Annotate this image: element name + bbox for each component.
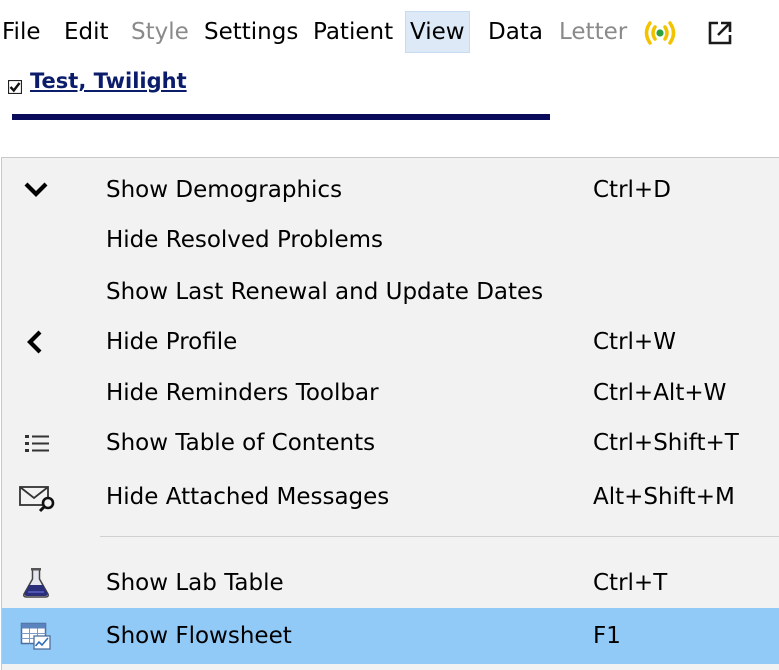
menu-settings[interactable]: Settings <box>204 12 298 52</box>
menu-style[interactable]: Style <box>131 12 189 52</box>
menu-item-shortcut: Ctrl+W <box>593 329 676 355</box>
menu-separator <box>100 536 779 537</box>
menu-item-label: Hide Reminders Toolbar <box>106 380 379 406</box>
menu-item-shortcut: Alt+Shift+M <box>593 484 735 510</box>
menu-view[interactable]: View <box>405 11 470 53</box>
broadcast-signal-icon[interactable] <box>640 20 680 46</box>
menu-item-hide-profile[interactable]: Hide Profile Ctrl+W <box>2 317 779 367</box>
menu-item-hide-resolved-problems[interactable]: Hide Resolved Problems <box>2 215 779 265</box>
menu-item-shortcut: Ctrl+Shift+T <box>593 430 739 456</box>
chevron-left-icon <box>27 330 42 354</box>
menu-item-shortcut: Ctrl+Alt+W <box>593 380 727 406</box>
menu-file[interactable]: File <box>2 12 41 52</box>
menu-item-show-last-renewal[interactable]: Show Last Renewal and Update Dates <box>2 267 779 317</box>
list-icon <box>25 435 49 452</box>
flowsheet-icon <box>20 622 51 650</box>
menu-item-label: Show Last Renewal and Update Dates <box>106 279 544 305</box>
menu-item-label: Show Demographics <box>106 177 343 203</box>
menu-item-label: Show Flowsheet <box>106 623 292 649</box>
view-dropdown-menu: Show Demographics Ctrl+D Hide Resolved P… <box>1 157 779 670</box>
menu-item-hide-reminders-toolbar[interactable]: Hide Reminders Toolbar Ctrl+Alt+W <box>2 368 779 418</box>
popout-external-icon[interactable] <box>707 20 733 46</box>
menu-patient[interactable]: Patient <box>313 12 393 52</box>
menu-item-label: Show Table of Contents <box>106 430 376 456</box>
menu-item-shortcut: F1 <box>593 623 621 649</box>
envelope-search-icon <box>19 486 55 513</box>
menu-bar: File Edit Style Settings Patient View Da… <box>0 0 779 62</box>
checkbox-icon[interactable] <box>8 80 22 94</box>
patient-progress-bar <box>12 114 550 120</box>
menu-item-label: Hide Resolved Problems <box>106 227 383 253</box>
menu-item-shortcut: Ctrl+T <box>593 570 668 596</box>
flask-icon <box>23 568 49 598</box>
menu-item-shortcut: Ctrl+D <box>593 177 671 203</box>
menu-item-show-lab-table[interactable]: Show Lab Table Ctrl+T <box>2 558 779 608</box>
menu-item-label: Hide Attached Messages <box>106 484 390 510</box>
menu-data[interactable]: Data <box>488 12 543 52</box>
menu-item-label: Hide Profile <box>106 329 238 355</box>
menu-item-label: Show Lab Table <box>106 570 284 596</box>
menu-item-show-table-of-contents[interactable]: Show Table of Contents Ctrl+Shift+T <box>2 418 779 468</box>
menu-edit[interactable]: Edit <box>64 12 109 52</box>
patient-header: Test, Twilight <box>0 66 779 106</box>
menu-letter[interactable]: Letter <box>559 12 627 52</box>
patient-name-link[interactable]: Test, Twilight <box>30 69 187 93</box>
chevron-down-icon <box>24 182 48 197</box>
menu-item-hide-attached-messages[interactable]: Hide Attached Messages Alt+Shift+M <box>2 472 779 522</box>
menu-item-show-demographics[interactable]: Show Demographics Ctrl+D <box>2 165 779 215</box>
menu-item-show-flowsheet[interactable]: Show Flowsheet F1 <box>2 608 779 664</box>
